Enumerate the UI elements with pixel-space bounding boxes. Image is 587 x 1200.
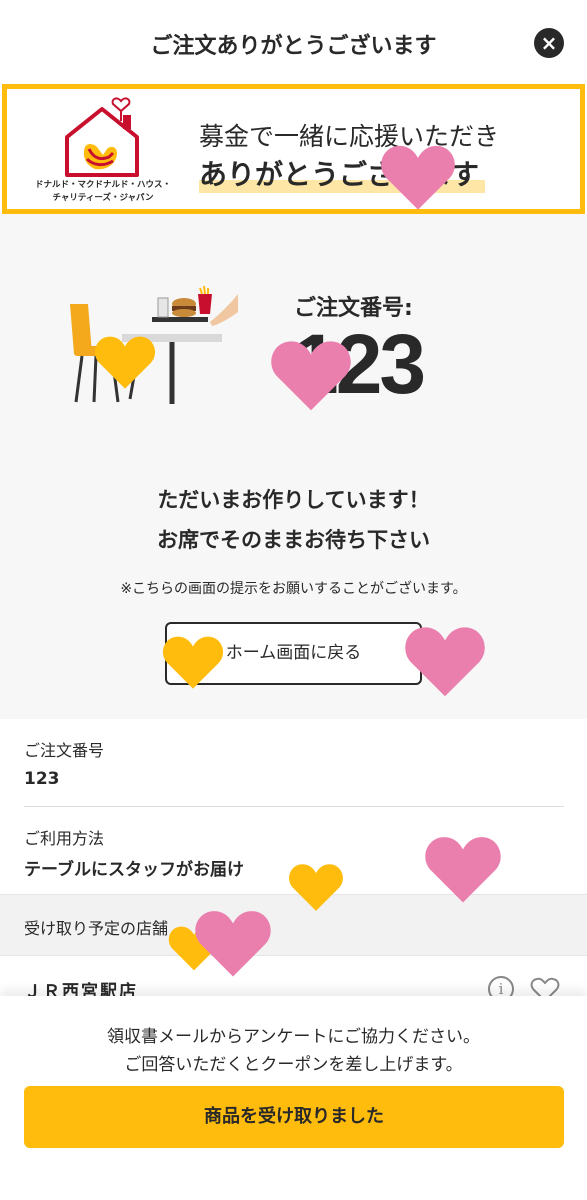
detail-usage-value: テーブルにスタッフがお届け [24,860,244,880]
page-title: ご注文ありがとうございます [150,34,437,59]
survey-message-line2: ご回答いただくとクーポンを差し上げます。 [124,1055,463,1075]
display-note: ※こちらの画面の提示をお願いすることがございます。 [120,581,467,597]
header: ご注文ありがとうございます × [0,0,587,84]
pink-heart-sticker [425,837,501,903]
status-message-line2: お席でそのままお待ち下さい [157,528,430,552]
yellow-heart-sticker [94,336,156,389]
yellow-heart-sticker [289,864,343,911]
bottom-panel: 領収書メールからアンケートにご協力ください。 ご回答いただくとクーポンを差し上げ… [0,996,587,1200]
org-name-line2: チャリティーズ・ジャパン [52,193,154,203]
org-name-line1: ドナルド・マクドナルド・ハウス・ [34,180,171,190]
detail-usage-label: ご利用方法 [24,829,105,848]
close-button[interactable]: × [534,28,564,58]
order-status-panel: ご注文番号: 123 ただいまお作りしています！ お席でそのままお待ち下さい ※… [0,214,587,719]
yellow-heart-sticker [162,636,224,689]
pink-heart-sticker [195,911,271,977]
store-section-label: 受け取り予定の店舗 [24,919,169,938]
charity-banner[interactable]: ドナルド・マクドナルド・ハウス・ チャリティーズ・ジャパン 募金で一緒に応援いた… [2,84,585,214]
status-message-line1: ただいまお作りしています！ [157,488,430,512]
charity-org-name: ドナルド・マクドナルド・ハウス・ チャリティーズ・ジャパン [23,179,183,205]
pink-heart-sticker [405,627,485,697]
close-icon: × [540,31,558,55]
divider [24,806,564,807]
pink-heart-sticker [271,341,351,411]
received-button[interactable]: 商品を受け取りました [24,1086,564,1148]
detail-order-number-value: 123 [24,769,60,789]
survey-message-line1: 領収書メールからアンケートにご協力ください。 [107,1027,480,1047]
detail-order-number-label: ご注文番号 [24,741,105,760]
pink-heart-sticker [381,145,455,210]
